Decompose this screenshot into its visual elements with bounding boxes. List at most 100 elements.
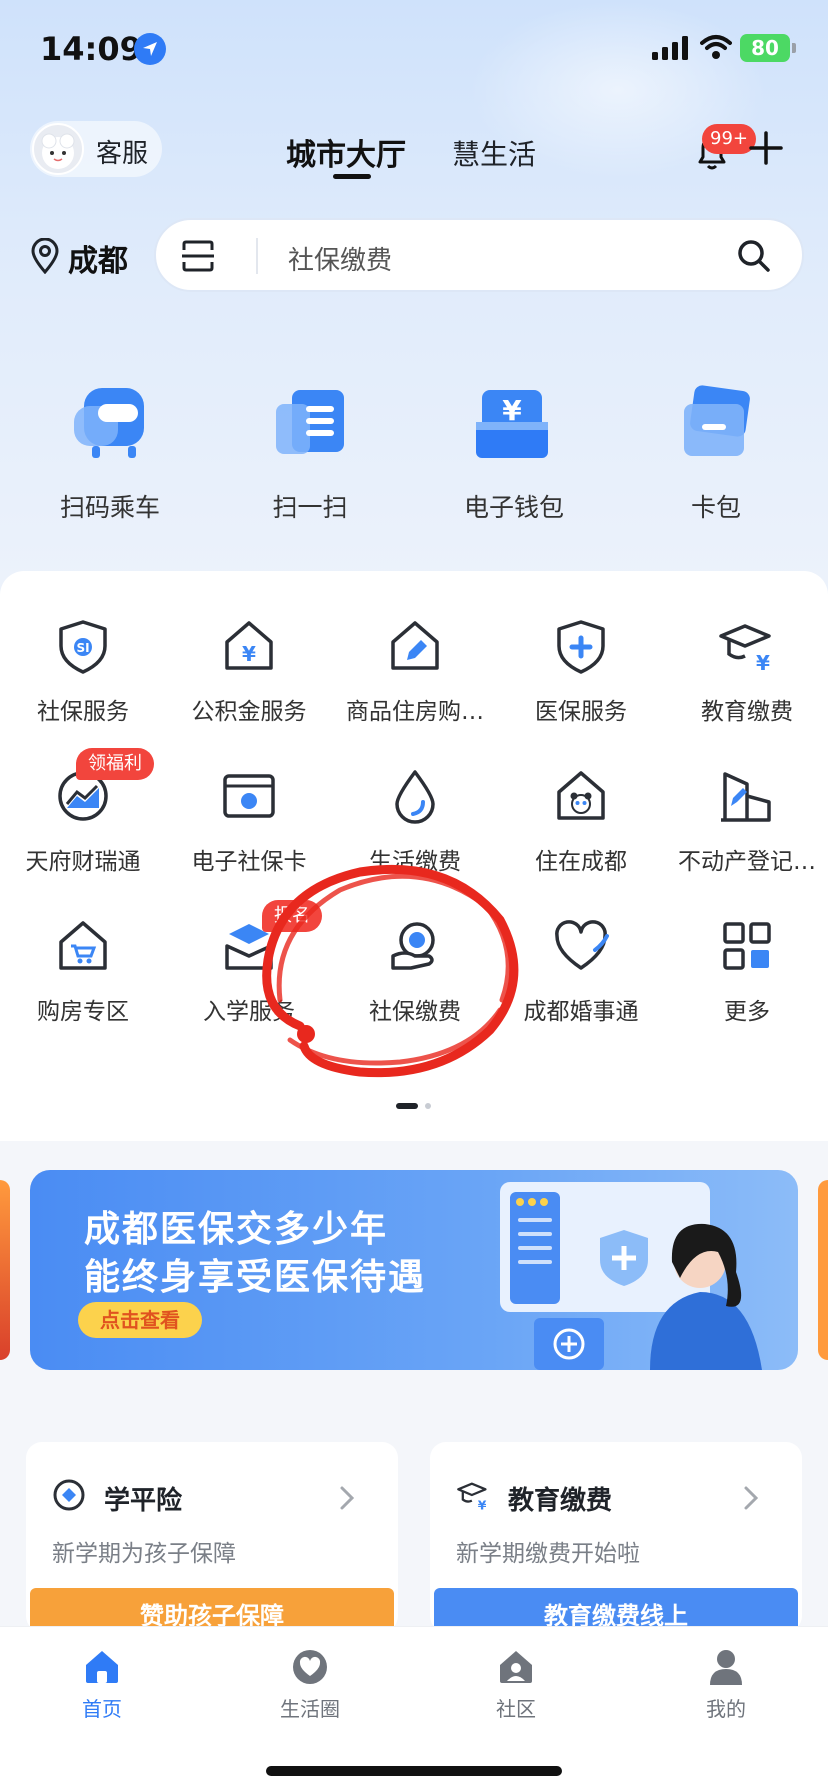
wifi-icon [700, 35, 732, 59]
tab-label: 我的 [706, 1697, 746, 1721]
customer-service-button[interactable]: 客服 [30, 121, 162, 177]
card-subtitle: 新学期缴费开始啦 [456, 1541, 640, 1567]
customer-service-avatar [32, 123, 84, 175]
service-live-in-chengdu[interactable]: 住在成都 [498, 766, 664, 896]
header-background [0, 0, 828, 640]
medical-shield-icon [557, 620, 605, 674]
home-icon [86, 1651, 118, 1683]
enroll-tag: 报名 [262, 900, 322, 932]
chevron-right-icon [744, 1486, 759, 1510]
status-bar: 14:09 80 [0, 0, 828, 96]
tab-city-hall[interactable]: 城市大厅 [286, 130, 406, 174]
service-label: 社保缴费 [369, 999, 461, 1025]
service-chengdu-marriage[interactable]: 成都婚事通 [498, 916, 664, 1046]
education-payment-card[interactable]: ¥ 教育缴费 新学期缴费开始啦 教育缴费线上 [430, 1442, 802, 1632]
service-label: 社保服务 [37, 699, 129, 725]
service-label: 购房专区 [37, 999, 129, 1025]
service-label: 生活缴费 [369, 849, 461, 875]
card-title: 教育缴费 [508, 1486, 613, 1516]
quick-action-label: 扫一扫 [272, 493, 348, 522]
service-house-purchase-zone[interactable]: 购房专区 [0, 916, 166, 1046]
service-label: 不动产登记… [678, 849, 816, 875]
tab-smart-life[interactable]: 慧生活 [452, 133, 536, 173]
promo-tag: 领福利 [76, 748, 154, 780]
svg-text:¥: ¥ [756, 651, 770, 675]
student-insurance-icon [53, 1479, 85, 1511]
banner-view-button[interactable]: 点击查看 [78, 1302, 202, 1338]
scan-code-icon[interactable] [180, 238, 216, 274]
water-drop-icon [395, 770, 435, 824]
real-estate-icon [721, 772, 771, 822]
search-divider [256, 238, 258, 274]
service-school-enrollment[interactable]: 入学服务 [166, 916, 332, 1046]
education-cap-icon: ¥ [719, 624, 771, 675]
quick-action-label: 电子钱包 [463, 493, 564, 522]
service-label: 更多 [724, 999, 770, 1025]
banner-illustration [500, 1182, 762, 1370]
card-subtitle: 新学期为孩子保障 [52, 1541, 236, 1567]
status-time: 14:09 [40, 30, 142, 68]
student-insurance-card[interactable]: 学平险 新学期为孩子保障 赞助孩子保障 [26, 1442, 398, 1632]
search-input[interactable]: 社保缴费 [288, 240, 392, 277]
promo-banner[interactable]: 成都医保交多少年 能终身享受医保待遇 点击查看 [30, 1170, 798, 1370]
page-indicator [396, 1103, 431, 1109]
home-indicator [266, 1766, 562, 1776]
search-icon[interactable] [736, 238, 772, 274]
social-security-shield-icon: SI [59, 620, 107, 674]
search-bar[interactable]: 社保缴费 [154, 218, 804, 292]
social-payment-icon [391, 922, 435, 970]
e-social-card-icon [223, 774, 275, 818]
service-label: 公积金服务 [191, 699, 307, 725]
service-real-estate-registration[interactable]: 不动产登记… [664, 766, 828, 896]
banner-title-line2: 能终身享受医保待遇 [84, 1257, 427, 1298]
tab-life-circle[interactable]: 生活圈 [240, 1647, 380, 1722]
card-icon [684, 385, 750, 456]
service-social-payment[interactable]: 社保缴费 [332, 916, 498, 1046]
grid-more-icon [723, 922, 771, 970]
tab-home[interactable]: 首页 [32, 1647, 172, 1722]
service-social-security[interactable]: SI 社保服务 [0, 616, 166, 746]
service-label: 住在成都 [535, 849, 627, 875]
banner-peek-left [0, 1180, 10, 1360]
active-tab-indicator [333, 174, 371, 179]
svg-text:¥: ¥ [478, 1498, 487, 1512]
service-label: 入学服务 [203, 999, 295, 1025]
quick-action-label: 扫码乘车 [59, 493, 160, 522]
location-pin-icon[interactable] [30, 238, 60, 274]
house-pen-icon [391, 621, 439, 670]
scan-icon [276, 390, 344, 454]
service-education-payment[interactable]: ¥ 教育缴费 [664, 616, 828, 746]
service-housing-fund[interactable]: ¥ 公积金服务 [166, 616, 332, 746]
plus-icon[interactable] [748, 130, 784, 166]
tab-profile[interactable]: 我的 [656, 1647, 796, 1722]
bus-qr-icon [74, 388, 144, 458]
service-label: 医保服务 [535, 699, 627, 725]
cart-house-icon [59, 921, 107, 970]
tab-community[interactable]: 社区 [446, 1647, 586, 1722]
tab-label: 首页 [82, 1697, 122, 1721]
tab-label: 社区 [496, 1697, 536, 1721]
service-medical-insurance[interactable]: 医保服务 [498, 616, 664, 746]
city-selector[interactable]: 成都 [68, 236, 128, 280]
education-cap-icon: ¥ [457, 1482, 487, 1512]
service-tianfu-finance[interactable]: 天府财瑞通 [0, 766, 166, 896]
tab-label: 生活圈 [280, 1697, 340, 1721]
community-icon [500, 1651, 532, 1683]
service-utility-payment[interactable]: 生活缴费 [332, 766, 498, 896]
service-more[interactable]: 更多 [664, 916, 828, 1046]
service-label: 商品住房购… [346, 699, 484, 725]
service-label: 电子社保卡 [191, 849, 307, 875]
location-arrow-icon [134, 33, 166, 65]
card-title: 学平险 [104, 1486, 183, 1516]
panda-house-icon [557, 771, 605, 820]
service-label: 天府财瑞通 [25, 849, 141, 875]
service-house-purchase[interactable]: 商品住房购… [332, 616, 498, 746]
service-e-social-card[interactable]: 电子社保卡 [166, 766, 332, 896]
profile-icon [710, 1650, 742, 1685]
battery-indicator: 80 [740, 34, 796, 62]
quick-action-label: 卡包 [690, 493, 741, 522]
wallet-icon: ¥ [476, 390, 548, 458]
svg-text:¥: ¥ [242, 642, 256, 666]
banner-title-line1: 成都医保交多少年 [84, 1209, 389, 1250]
heart-circle-icon [293, 1650, 327, 1684]
